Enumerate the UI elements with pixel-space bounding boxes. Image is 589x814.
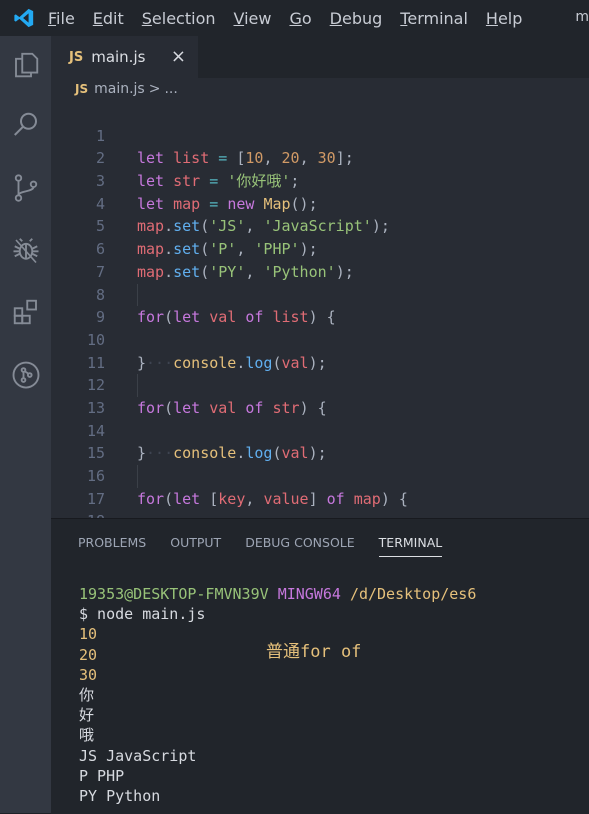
tab-terminal[interactable]: TERMINAL — [378, 535, 443, 557]
editor-tab-bar: JS main.js × — [51, 36, 589, 78]
menu-go[interactable]: Go — [289, 9, 311, 28]
terminal-line: 哦 — [79, 726, 95, 745]
terminal-line: JS JavaScript — [79, 746, 197, 765]
code-line: 16 for(let [key, value] of map) { — [51, 442, 589, 508]
code-line: 15 — [51, 420, 589, 462]
code-line: 5 map.set('P', 'PHP'); — [51, 193, 589, 258]
code-line: 8 for(let val of list) { — [51, 261, 589, 327]
indent-guide — [137, 465, 138, 488]
annotation-note: 普通for of — [266, 642, 362, 662]
indent-guide — [137, 283, 138, 307]
code-line: 7 — [51, 238, 589, 281]
extensions-icon[interactable] — [9, 295, 42, 328]
code-line: 4 map.set('JS', 'JavaScript'); — [51, 170, 589, 236]
code-line: 3 let map = new Map(); — [51, 147, 589, 213]
activity-bar — [0, 36, 51, 813]
menu-selection[interactable]: Selection — [142, 9, 216, 28]
terminal-line: 好 — [79, 706, 95, 725]
code-line: 12 for(let val of str) { — [51, 352, 589, 417]
tab-debug-console[interactable]: DEBUG CONSOLE — [245, 535, 354, 557]
terminal-line: PY Python — [79, 786, 161, 805]
code-lines: 1 let list = [10, 20, 30]; 2 let str = '… — [51, 102, 589, 554]
vscode-logo-icon — [0, 0, 48, 36]
explorer-files-icon[interactable] — [9, 48, 42, 81]
code-line: 18 } — [51, 488, 589, 554]
terminal-prompt: 19353@DESKTOP-FMVN39V MINGW64 /d/Desktop… — [79, 585, 477, 603]
tab-label: main.js — [91, 48, 146, 66]
debug-bug-icon[interactable] — [9, 233, 42, 266]
window-title: m — [575, 9, 589, 25]
menu-file[interactable]: File — [48, 9, 75, 28]
search-icon[interactable] — [9, 108, 42, 141]
code-line: 11 — [51, 329, 589, 372]
tab-problems[interactable]: PROBLEMS — [78, 535, 146, 557]
code-line: 10 } — [51, 306, 589, 372]
remote-git-icon[interactable] — [9, 358, 42, 391]
code-line: 1 let list = [10, 20, 30]; — [51, 102, 589, 168]
tab-main-js[interactable]: JS main.js × — [51, 36, 198, 78]
menu-debug[interactable]: Debug — [330, 9, 383, 28]
menu-help[interactable]: Help — [486, 9, 522, 28]
code-line: 13 ····console.log(val); — [51, 374, 589, 462]
code-editor[interactable]: JS main.js > ... 1 let list = [10, 20, 3… — [51, 78, 589, 554]
terminal-line: P PHP — [79, 766, 125, 785]
title-bar: File Edit Selection View Go Debug Termin… — [0, 0, 589, 36]
terminal-output[interactable]: 19353@DESKTOP-FMVN39V MINGW64 /d/Desktop… — [79, 584, 476, 806]
close-icon[interactable]: × — [171, 46, 186, 67]
menu-terminal[interactable]: Terminal — [400, 9, 468, 28]
js-file-icon: JS — [75, 82, 89, 96]
code-line: 17 → console.log(key, value); — [51, 465, 589, 553]
source-control-icon[interactable] — [9, 171, 42, 204]
terminal-command: $ node main.js — [79, 605, 206, 624]
chevron-right-icon: > — [148, 81, 161, 97]
breadcrumb-more[interactable]: ... — [164, 81, 177, 97]
indent-guide — [137, 374, 138, 397]
bottom-panel: PROBLEMS OUTPUT DEBUG CONSOLE TERMINAL 1… — [51, 518, 589, 814]
menu-bar: File Edit Selection View Go Debug Termin… — [48, 9, 540, 28]
menu-view[interactable]: View — [234, 9, 272, 28]
terminal-line: 30 — [79, 665, 98, 684]
breadcrumb: JS main.js > ... — [75, 81, 178, 97]
code-line: 2 let str = '你好哦'; — [51, 125, 589, 190]
menu-edit[interactable]: Edit — [93, 9, 124, 28]
js-file-icon: JS — [69, 49, 84, 65]
code-line: 6 map.set('PY', 'Python'); — [51, 215, 589, 281]
code-line: 14 } — [51, 397, 589, 463]
tab-output[interactable]: OUTPUT — [170, 535, 221, 557]
panel-tabs: PROBLEMS OUTPUT DEBUG CONSOLE TERMINAL — [78, 535, 466, 557]
breadcrumb-file[interactable]: main.js — [94, 81, 145, 97]
code-line: 9 ····console.log(val); — [51, 283, 589, 372]
terminal-line: 你 — [79, 685, 95, 704]
